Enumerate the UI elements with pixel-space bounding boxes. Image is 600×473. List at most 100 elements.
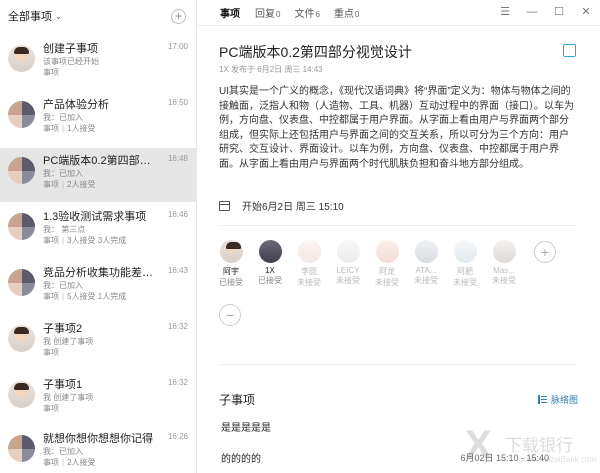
task-item-time: 16:48: [167, 154, 188, 163]
task-list-item[interactable]: 1.3验收测试需求事项 16:46 我： 第三点 事项 | 3人接受 3人完成: [0, 204, 196, 258]
tab-replies[interactable]: 回复0: [255, 5, 280, 20]
filter-label: 全部事项: [8, 11, 52, 23]
task-meta: 1X 发布于 6月2日 周三 14:43: [219, 65, 323, 74]
window-controls: ☰ — ☐ ✕: [499, 6, 592, 18]
member-name: 阿龙: [379, 267, 395, 276]
member[interactable]: ATA... 未接受: [410, 240, 442, 286]
task-list-item[interactable]: 子事项2 16:32 我 创建了事项 事项: [0, 316, 196, 370]
avatar: [375, 240, 399, 263]
tab-bar: 事项 回复0 文件6 重点0 ☰ — ☐ ✕: [197, 0, 600, 26]
task-item-status: 我 创建了事项: [43, 337, 94, 346]
task-item-title: 产品体验分析: [43, 99, 109, 111]
task-detail-panel: 事项 回复0 文件6 重点0 ☰ — ☐ ✕ PC端版本0.2第四部分视觉设计 …: [197, 0, 600, 473]
task-item-title: 子事项2: [43, 323, 83, 335]
task-item-status: 我： 第三点: [43, 225, 86, 234]
avatar: [8, 101, 35, 128]
task-item-time: 16:46: [167, 210, 188, 219]
task-item-title: 竞品分析收集功能差异化: [43, 267, 161, 279]
task-item-type: 事项: [43, 68, 59, 77]
mindmap-label: 脉络图: [550, 395, 578, 405]
subtask-item[interactable]: 的的的的: [221, 450, 261, 465]
member-status: 未接受: [414, 276, 438, 285]
tab-label: 回复: [255, 9, 275, 20]
task-item-progress: 2人接受: [67, 458, 96, 467]
task-item-time: 16:32: [167, 322, 188, 331]
subtask-header: 子事项: [219, 393, 256, 407]
avatar: [297, 240, 321, 263]
task-item-type: 事项: [43, 124, 59, 133]
task-list-item-selected[interactable]: PC端版本0.2第四部分视觉... 16:48 我：已加入 事项|2人接受: [0, 148, 196, 202]
task-item-title: 创建子事项: [43, 43, 98, 55]
start-time: 开始6月2日 周三 15:10: [242, 202, 344, 213]
task-title: PC端版本0.2第四部分视觉设计: [219, 44, 412, 60]
tab-label: 重点: [333, 9, 354, 20]
task-item-time: 16:32: [167, 378, 188, 387]
minimize-icon[interactable]: —: [526, 6, 538, 18]
tab-files[interactable]: 文件6: [294, 5, 319, 20]
avatar: [414, 240, 438, 263]
subtask-item[interactable]: 是是是是是: [221, 419, 271, 434]
task-item-type: 事项: [43, 458, 59, 467]
task-item-type: 事项: [43, 292, 59, 301]
tab-count: 6: [315, 10, 320, 19]
app-window: 全部事项 ⌄ + 创建子事项 17:00 该事项已经开始 事项 产品体验分析 1…: [0, 0, 600, 473]
avatar: [8, 269, 35, 296]
add-task-button[interactable]: +: [171, 8, 186, 24]
member[interactable]: 阿肥 未接受: [449, 240, 481, 288]
filter-dropdown[interactable]: 全部事项 ⌄: [8, 8, 62, 24]
task-item-title: 就想你想你想想你记得: [43, 433, 153, 445]
member-name: 阿肥: [457, 267, 473, 276]
remove-member-button[interactable]: −: [219, 304, 241, 326]
task-item-time: 16:26: [167, 432, 188, 441]
member[interactable]: LEICY 未接受: [332, 240, 364, 286]
avatar: [8, 157, 35, 184]
maximize-icon[interactable]: ☐: [553, 6, 565, 18]
task-item-title: 1.3验收测试需求事项: [43, 211, 147, 223]
menu-icon[interactable]: ☰: [499, 6, 511, 18]
task-item-status: 该事项已经开始: [43, 57, 99, 66]
task-list-item[interactable]: 产品体验分析 16:50 我：已加入 事项 | 1人接受: [0, 92, 196, 146]
task-list-item[interactable]: 就想你想你想想你记得 16:26 我：已加入 事项 | 2人接受: [0, 426, 196, 473]
calendar-icon: [219, 200, 230, 211]
tab-label: 事项: [220, 9, 240, 20]
task-item-title: 子事项1: [43, 379, 83, 391]
task-list-item[interactable]: 子事项1 16:32 我 创建了事项 事项: [0, 372, 196, 426]
member-status: 未接受: [492, 276, 516, 285]
member[interactable]: 阿宇 已接受: [215, 240, 247, 288]
task-list-item[interactable]: 创建子事项 17:00 该事项已经开始 事项: [0, 36, 196, 90]
member[interactable]: 李圆 未接受: [293, 240, 325, 288]
tab-count: 0: [276, 10, 281, 19]
avatar: [453, 240, 477, 263]
member-status: 未接受: [336, 276, 360, 285]
member-status: 未接受: [375, 278, 399, 287]
member-status: 已接受: [219, 278, 243, 287]
member[interactable]: 1X 已接受: [254, 240, 286, 286]
add-member-button[interactable]: +: [534, 241, 556, 263]
task-item-time: 17:00: [167, 42, 188, 51]
member-name: 1X: [265, 266, 275, 275]
close-icon[interactable]: ✕: [580, 6, 592, 18]
task-item-progress: 2人接受: [67, 180, 96, 189]
member[interactable]: Mas... 未接受: [488, 240, 520, 286]
avatar: [219, 240, 243, 263]
avatar: [8, 381, 35, 408]
member-name: ATA...: [415, 266, 437, 275]
tab-highlights[interactable]: 重点0: [334, 5, 359, 20]
avatar: [8, 435, 35, 462]
complete-checkbox[interactable]: [563, 44, 576, 57]
task-item-progress: 5人接受 1人完成: [67, 292, 127, 301]
tab-items[interactable]: 事项: [220, 5, 241, 20]
task-description: UI其实是一个广义的概念，《现代汉语词典》将“界面”定义为：物体与物体之间的接触…: [219, 86, 574, 170]
task-item-status: 我 创建了事项: [43, 393, 94, 402]
member[interactable]: 阿龙 未接受: [371, 240, 403, 288]
avatar: [8, 325, 35, 352]
start-time-row[interactable]: 开始6月2日 周三 15:10: [219, 198, 344, 213]
task-list-item[interactable]: 竞品分析收集功能差异化 16:43 我：已加入 事项 | 5人接受 1人完成: [0, 260, 196, 314]
mindmap-button[interactable]: 脉络图: [537, 393, 578, 406]
avatar: [258, 240, 282, 263]
member-status: 已接受: [258, 276, 282, 285]
avatar: [492, 240, 516, 263]
task-item-status: 我：已加入: [43, 281, 83, 290]
avatar: [8, 45, 35, 72]
task-item-title: PC端版本0.2第四部分视觉...: [43, 155, 161, 167]
